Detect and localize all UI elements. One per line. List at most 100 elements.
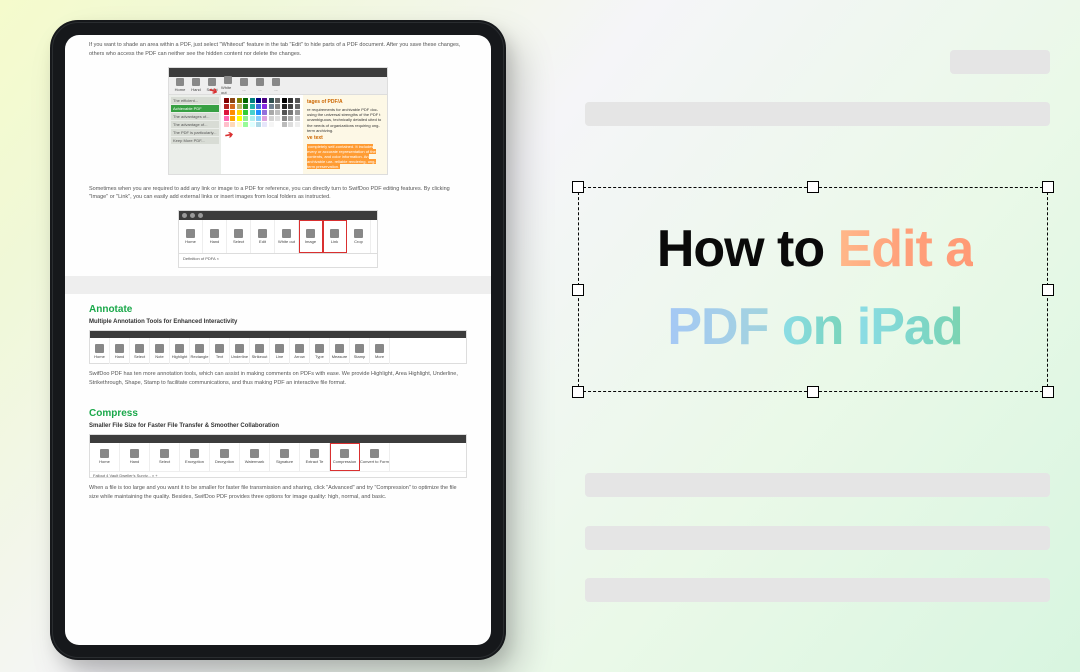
side-item[interactable]: The advantages of... [171,113,219,120]
color-swatch[interactable] [230,98,235,103]
side-item[interactable]: Achievable PDF document [171,105,219,112]
resize-handle-br[interactable] [1042,386,1054,398]
resize-handle-mr[interactable] [1042,284,1054,296]
ribbon-button[interactable]: Rectangle [190,338,210,364]
ribbon-button[interactable]: ... [253,78,267,92]
color-swatch[interactable] [262,104,267,109]
ribbon-button[interactable]: Hand [120,443,150,471]
ribbon-button[interactable]: Hand [203,220,227,253]
color-swatch[interactable] [269,116,274,121]
ribbon-button[interactable]: Compression [330,443,360,471]
resize-handle-ml[interactable] [572,284,584,296]
color-swatch[interactable] [243,98,248,103]
ribbon-button[interactable]: Image [299,220,323,253]
color-swatch[interactable] [224,98,229,103]
ribbon-button[interactable]: White out [221,76,235,95]
side-item[interactable]: Keep More PDF... [171,137,219,144]
ribbon-button[interactable]: Edit [251,220,275,253]
color-swatch[interactable] [230,116,235,121]
color-swatch[interactable] [243,116,248,121]
color-swatch[interactable] [295,98,300,103]
ribbon-button[interactable]: Hand [110,338,130,364]
color-swatch[interactable] [230,122,235,127]
color-swatch[interactable] [295,116,300,121]
ribbon-button[interactable]: Link [323,220,347,253]
color-swatch[interactable] [243,104,248,109]
ribbon-button[interactable]: Strikeout [250,338,270,364]
ribbon-button[interactable]: Select [130,338,150,364]
color-swatch[interactable] [275,116,280,121]
color-swatch[interactable] [250,98,255,103]
color-swatch[interactable] [224,116,229,121]
color-swatch[interactable] [295,122,300,127]
ribbon-button[interactable]: Select [150,443,180,471]
ribbon-button[interactable]: Stamp [350,338,370,364]
color-swatch[interactable] [282,116,287,121]
ribbon-button[interactable]: Decryption [210,443,240,471]
color-swatch[interactable] [224,110,229,115]
color-swatch[interactable] [262,122,267,127]
color-swatch[interactable] [269,104,274,109]
ribbon-button[interactable]: Convert to Form [360,443,390,471]
color-swatch[interactable] [282,122,287,127]
side-item[interactable]: The advantage of... [171,121,219,128]
color-swatch[interactable] [275,110,280,115]
color-swatch[interactable] [275,98,280,103]
color-swatch[interactable] [288,98,293,103]
color-swatch[interactable] [256,122,261,127]
ribbon-button[interactable]: Signature [270,443,300,471]
color-swatch[interactable] [282,104,287,109]
ribbon-button[interactable]: ... [237,78,251,92]
color-swatch[interactable] [237,116,242,121]
color-swatch[interactable] [262,110,267,115]
ribbon-button[interactable]: Note [150,338,170,364]
color-swatch[interactable] [288,110,293,115]
resize-handle-bl[interactable] [572,386,584,398]
ribbon-button[interactable]: Crop [347,220,371,253]
color-swatch[interactable] [230,110,235,115]
side-item[interactable]: The PDF is particularly... [171,129,219,136]
color-swatch[interactable] [288,104,293,109]
color-swatch[interactable] [230,104,235,109]
color-swatch[interactable] [250,104,255,109]
color-swatch[interactable] [243,110,248,115]
color-swatch[interactable] [250,122,255,127]
ribbon-button[interactable]: Arrow [290,338,310,364]
ribbon-button[interactable]: Encryption [180,443,210,471]
ribbon-button[interactable]: Home [179,220,203,253]
color-swatch[interactable] [288,116,293,121]
ribbon-button[interactable]: More [370,338,390,364]
resize-handle-bm[interactable] [807,386,819,398]
ribbon-button[interactable]: White out [275,220,299,253]
color-swatch[interactable] [295,110,300,115]
color-swatch[interactable] [224,104,229,109]
color-swatch[interactable] [295,104,300,109]
ribbon-button[interactable]: Type [310,338,330,364]
color-swatch[interactable] [288,122,293,127]
color-swatch[interactable] [237,122,242,127]
color-swatch[interactable] [256,98,261,103]
ribbon-button[interactable]: Extract Te [300,443,330,471]
color-swatch[interactable] [275,104,280,109]
color-swatch[interactable] [256,116,261,121]
ribbon-button[interactable]: Home [90,443,120,471]
ribbon-button[interactable]: Underline [230,338,250,364]
resize-handle-tl[interactable] [572,181,584,193]
color-swatch[interactable] [262,98,267,103]
color-swatch[interactable] [256,110,261,115]
side-item[interactable]: The efficient... [171,97,219,104]
color-swatch[interactable] [269,110,274,115]
ribbon-button[interactable]: Watermark [240,443,270,471]
ribbon-button[interactable]: Select [227,220,251,253]
ribbon-button[interactable]: Text [210,338,230,364]
color-swatch[interactable] [250,110,255,115]
ribbon-button[interactable]: Home [90,338,110,364]
color-swatch[interactable] [237,98,242,103]
ribbon-button[interactable]: Line [270,338,290,364]
color-swatch[interactable] [224,122,229,127]
color-swatch[interactable] [262,116,267,121]
color-swatch[interactable] [237,110,242,115]
color-swatch[interactable] [250,116,255,121]
color-swatch[interactable] [275,122,280,127]
resize-handle-tr[interactable] [1042,181,1054,193]
